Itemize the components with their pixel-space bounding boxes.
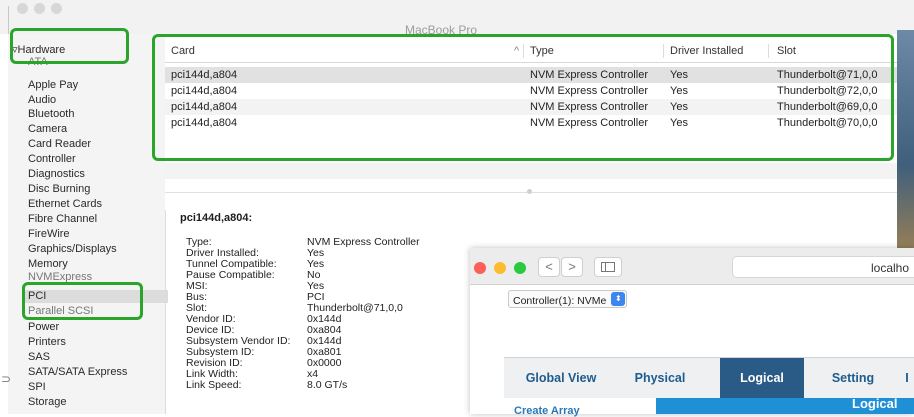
tab-bar: Global View Physical Logical Setting I — [504, 357, 914, 398]
tab-partial[interactable]: I — [900, 358, 914, 398]
tab-global-view[interactable]: Global View — [504, 358, 618, 398]
sidebar-item-bluetooth[interactable]: Bluetooth — [28, 108, 74, 121]
detail-value: 8.0 GT/s — [307, 379, 348, 391]
highlight-box-table — [152, 34, 894, 161]
select-stepper-icon[interactable]: ⬍ — [611, 292, 626, 306]
zoom-window-icon[interactable] — [51, 3, 62, 14]
tab-setting[interactable]: Setting — [814, 358, 892, 398]
detail-title: pci144d,a804: — [180, 212, 253, 224]
sidebar-item-card-reader[interactable]: Card Reader — [28, 138, 91, 151]
minimize-window-icon[interactable] — [34, 3, 45, 14]
sidebar-item-memory[interactable]: Memory — [28, 258, 68, 271]
browser-toolbar: < > localho — [470, 248, 914, 285]
sidebar-item-storage[interactable]: Storage — [28, 396, 67, 409]
forward-button[interactable]: > — [561, 257, 583, 277]
tab-logical[interactable]: Logical — [720, 358, 804, 398]
sidebar-item-firewire[interactable]: FireWire — [28, 228, 70, 241]
minimize-window-icon[interactable] — [494, 262, 506, 274]
split-handle-icon[interactable] — [527, 189, 532, 194]
sidebar: ▿Hardware ATA Apple Pay Audio Bluetooth … — [8, 34, 168, 414]
sidebar-item-sata-express[interactable]: SATA/SATA Express — [28, 366, 127, 379]
controller-select[interactable]: Controller(1): NVMe ⬍ — [508, 290, 628, 308]
sidebar-item-camera[interactable]: Camera — [28, 123, 67, 136]
sidebar-item-fibre-channel[interactable]: Fibre Channel — [28, 213, 97, 226]
sidebar-item-power[interactable]: Power — [28, 321, 59, 334]
zoom-window-icon[interactable] — [514, 262, 526, 274]
tab-physical[interactable]: Physical — [618, 358, 702, 398]
sidebar-item-diagnostics[interactable]: Diagnostics — [28, 168, 85, 181]
window-edge-glyph: ⊃ — [1, 372, 12, 386]
detail-key: Link Speed: — [186, 379, 242, 391]
logical-banner: Logical — [656, 396, 914, 414]
address-bar[interactable]: localho — [732, 256, 914, 278]
sidebar-toggle-button[interactable] — [594, 257, 622, 277]
window-edge — [8, 6, 9, 36]
logical-banner-title: Logical — [852, 396, 898, 411]
title-bar: MacBook Pro — [0, 0, 914, 37]
sidebar-item-graphics-displays[interactable]: Graphics/Displays — [28, 243, 117, 256]
sidebar-item-ethernet-cards[interactable]: Ethernet Cards — [28, 198, 102, 211]
sidebar-item-spi[interactable]: SPI — [28, 381, 46, 394]
close-window-icon[interactable] — [474, 262, 486, 274]
highlight-box-hardware — [10, 28, 129, 64]
sidebar-item-audio[interactable]: Audio — [28, 94, 56, 107]
close-window-icon[interactable] — [17, 3, 28, 14]
address-text: localho — [871, 261, 910, 275]
sidebar-icon — [601, 262, 615, 272]
create-array-link[interactable]: Create Array — [514, 405, 580, 417]
back-button[interactable]: < — [538, 257, 560, 277]
browser-content: Controller(1): NVMe ⬍ Global View Physic… — [470, 285, 914, 417]
sidebar-item-printers[interactable]: Printers — [28, 336, 66, 349]
sidebar-item-controller[interactable]: Controller — [28, 153, 76, 166]
empty-table-row — [165, 163, 897, 179]
controller-select-value: Controller(1): NVMe — [513, 295, 607, 307]
sidebar-item-apple-pay[interactable]: Apple Pay — [28, 79, 78, 92]
sidebar-item-sas[interactable]: SAS — [28, 351, 50, 364]
browser-window: < > localho Controller(1): NVMe ⬍ Global… — [470, 248, 914, 417]
sidebar-item-disc-burning[interactable]: Disc Burning — [28, 183, 90, 196]
highlight-box-pci — [22, 282, 143, 320]
